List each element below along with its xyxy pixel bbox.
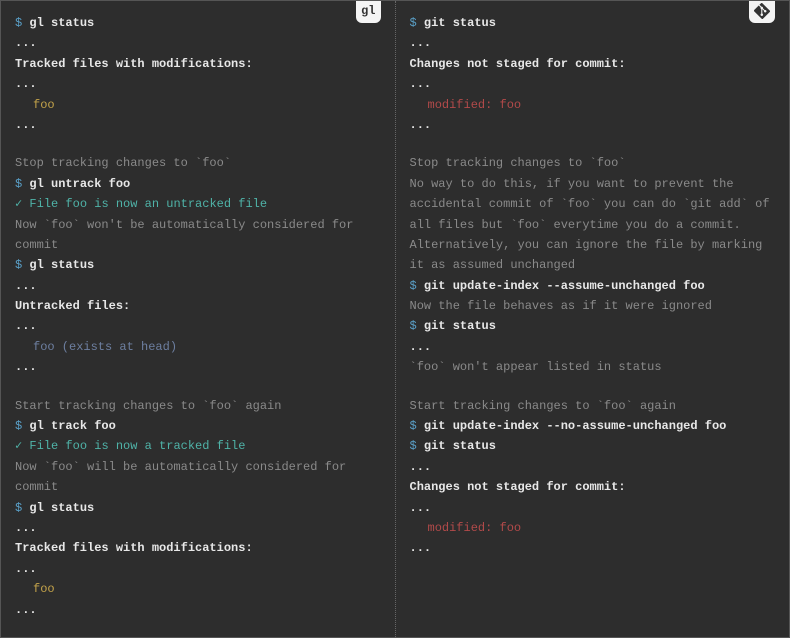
command-text: git update-index --assume-unchanged foo [424, 279, 705, 293]
ellipsis-line: ... [410, 538, 776, 558]
comment-line: Stop tracking changes to `foo` [410, 153, 776, 173]
gl-command-line: $ gl status [15, 13, 381, 33]
comment-line: Start tracking changes to `foo` again [410, 396, 776, 416]
section-heading: Changes not staged for commit: [410, 54, 776, 74]
git-command-line: $ git update-index --no-assume-unchanged… [410, 416, 776, 436]
comment-line: Now `foo` will be automatically consider… [15, 457, 381, 498]
comment-line: Now `foo` won't be automatically conside… [15, 215, 381, 256]
file-entry: foo [15, 579, 381, 599]
prompt: $ [410, 419, 424, 433]
section-heading: Tracked files with modifications: [15, 54, 381, 74]
file-entry: foo [15, 95, 381, 115]
command-text: gl status [29, 258, 94, 272]
ellipsis-line: ... [15, 316, 381, 336]
git-command-line: $ git update-index --assume-unchanged fo… [410, 276, 776, 296]
ellipsis-line: ... [410, 74, 776, 94]
command-text: gl track foo [29, 419, 115, 433]
prompt: $ [15, 16, 29, 30]
gl-badge-label: gl [361, 1, 375, 21]
gl-command-line: $ gl untrack foo [15, 174, 381, 194]
prompt: $ [15, 419, 29, 433]
ellipsis-line: ... [15, 559, 381, 579]
git-command-line: $ git status [410, 13, 776, 33]
prompt: $ [410, 16, 424, 30]
ellipsis-line: ... [15, 600, 381, 620]
file-entry: modified: foo [410, 518, 776, 538]
spacer [410, 135, 776, 153]
prompt: $ [15, 258, 29, 272]
gl-command-line: $ gl status [15, 255, 381, 275]
gl-command-line: $ gl status [15, 498, 381, 518]
gl-badge-icon: gl [356, 1, 380, 23]
prompt: $ [410, 319, 424, 333]
comment-line: Now the file behaves as if it were ignor… [410, 296, 776, 316]
prompt: $ [410, 439, 424, 453]
ellipsis-line: ... [15, 518, 381, 538]
prompt: $ [15, 177, 29, 191]
ellipsis-line: ... [410, 457, 776, 477]
section-heading: Untracked files: [15, 296, 381, 316]
spacer [15, 135, 381, 153]
ellipsis-line: ... [410, 337, 776, 357]
file-entry: modified: foo [410, 95, 776, 115]
git-panel: $ git status...Changes not staged for co… [396, 1, 790, 637]
command-text: git update-index --no-assume-unchanged f… [424, 419, 726, 433]
command-text: git status [424, 439, 496, 453]
comment-line: Stop tracking changes to `foo` [15, 153, 381, 173]
comparison-container: gl $ gl status...Tracked files with modi… [0, 0, 790, 638]
spacer [410, 378, 776, 396]
ellipsis-line: ... [15, 74, 381, 94]
git-command-line: $ git status [410, 436, 776, 456]
ellipsis-line: ... [15, 357, 381, 377]
ellipsis-line: ... [410, 33, 776, 53]
prompt: $ [15, 501, 29, 515]
command-text: gl status [29, 16, 94, 30]
spacer [15, 378, 381, 396]
section-heading: Changes not staged for commit: [410, 477, 776, 497]
git-command-line: $ git status [410, 316, 776, 336]
ellipsis-line: ... [15, 115, 381, 135]
success-line: ✓ File foo is now an untracked file [15, 194, 381, 214]
comment-line: Start tracking changes to `foo` again [15, 396, 381, 416]
command-text: gl status [29, 501, 94, 515]
ellipsis-line: ... [410, 498, 776, 518]
command-text: gl untrack foo [29, 177, 130, 191]
ellipsis-line: ... [410, 115, 776, 135]
section-heading: Tracked files with modifications: [15, 538, 381, 558]
command-text: git status [424, 16, 496, 30]
comment-line: `foo` won't appear listed in status [410, 357, 776, 377]
git-badge-icon [749, 1, 775, 23]
prompt: $ [410, 279, 424, 293]
git-icon [754, 3, 770, 19]
ellipsis-line: ... [15, 276, 381, 296]
comment-line: No way to do this, if you want to preven… [410, 174, 776, 276]
ellipsis-line: ... [15, 33, 381, 53]
file-entry: foo (exists at head) [15, 337, 381, 357]
gl-panel: gl $ gl status...Tracked files with modi… [1, 1, 396, 637]
success-line: ✓ File foo is now a tracked file [15, 436, 381, 456]
command-text: git status [424, 319, 496, 333]
gl-command-line: $ gl track foo [15, 416, 381, 436]
